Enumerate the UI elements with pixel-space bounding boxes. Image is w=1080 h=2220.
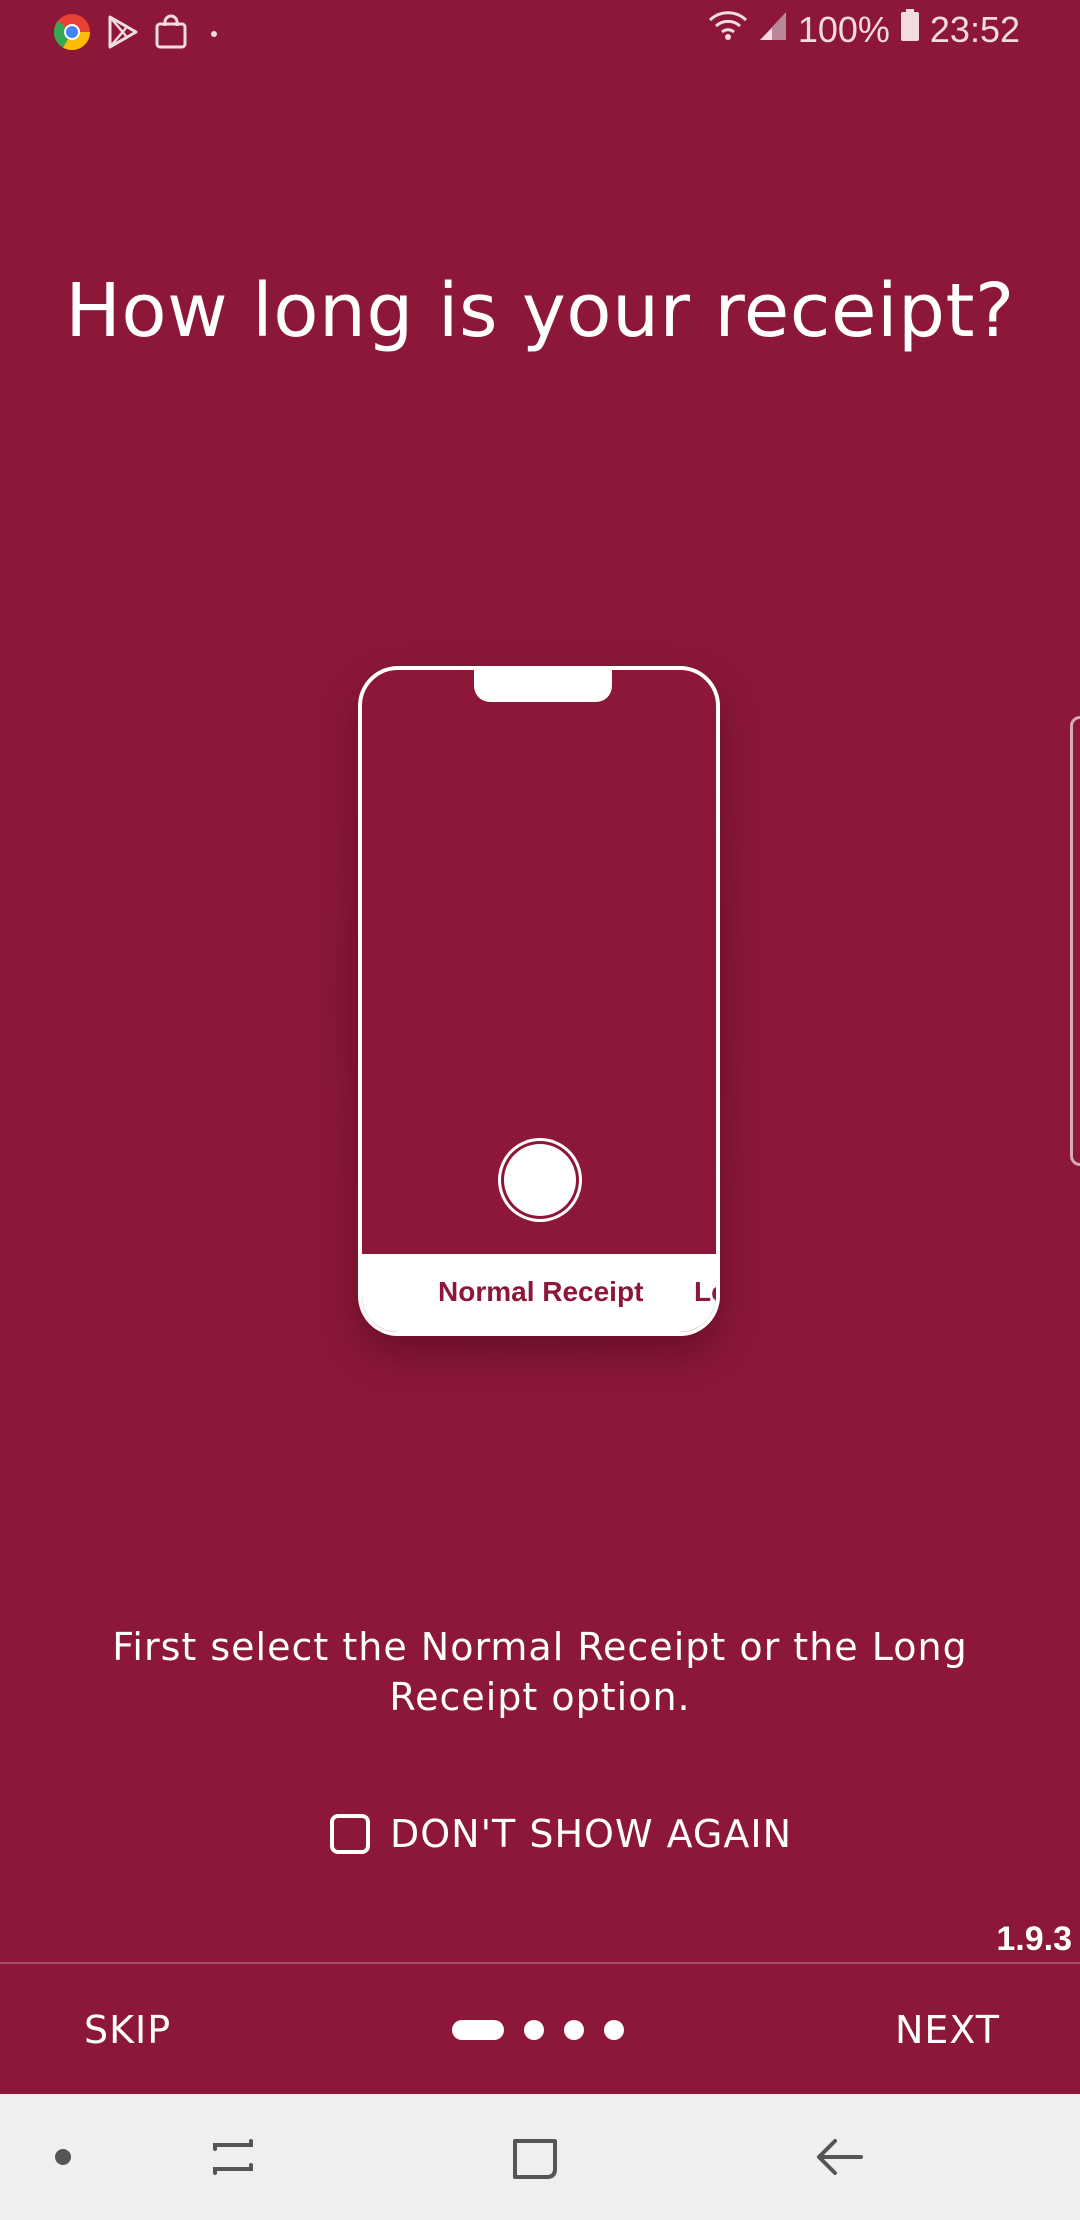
mode-normal-receipt: Normal Receipt [438, 1276, 644, 1307]
skip-button[interactable]: SKIP [84, 2008, 171, 2052]
edge-panel-handle[interactable] [1070, 716, 1080, 1166]
chrome-icon [52, 12, 92, 56]
back-icon[interactable] [806, 2124, 872, 2190]
page-indicator [452, 2020, 624, 2040]
dont-show-again-label: DON'T SHOW AGAIN [390, 1812, 792, 1856]
status-right: 100% 23:52 [708, 8, 1020, 51]
home-icon[interactable] [502, 2124, 568, 2190]
system-navigation-bar [0, 2094, 1080, 2220]
phone-notch [474, 670, 612, 702]
recents-icon[interactable] [200, 2124, 266, 2190]
play-store-icon [106, 14, 140, 54]
page-dot-1-active [452, 2020, 504, 2040]
phone-illustration: Normal Receipt Lo [358, 666, 720, 1336]
battery-icon [900, 8, 920, 51]
notification-icons [52, 12, 226, 56]
clock: 23:52 [929, 8, 1020, 50]
onboarding-footer: SKIP NEXT [0, 1964, 1080, 2094]
page-title: How long is your receipt? [65, 268, 1015, 354]
mode-long-receipt: Lo [694, 1276, 716, 1307]
page-dot-4 [604, 2020, 624, 2040]
app-version: 1.9.3 [996, 1920, 1072, 1958]
instruction-text: First select the Normal Receipt or the L… [112, 1625, 968, 1719]
dont-show-again-checkbox[interactable]: DON'T SHOW AGAIN [330, 1812, 792, 1856]
shopping-bag-icon [154, 14, 188, 54]
dot-icon[interactable] [30, 2124, 96, 2190]
status-bar: 100% 23:52 [0, 0, 1080, 66]
receipt-mode-bar: Normal Receipt Lo [362, 1254, 716, 1332]
dot-icon [202, 14, 226, 54]
checkbox-box[interactable] [330, 1814, 370, 1854]
next-button[interactable]: NEXT [895, 2008, 1000, 2052]
battery-percentage: 100% [797, 8, 890, 50]
page-dot-2 [524, 2020, 544, 2040]
signal-icon [758, 8, 788, 51]
page-dot-3 [564, 2020, 584, 2040]
wifi-icon [708, 8, 748, 51]
shutter-button-illustration [504, 1144, 576, 1216]
